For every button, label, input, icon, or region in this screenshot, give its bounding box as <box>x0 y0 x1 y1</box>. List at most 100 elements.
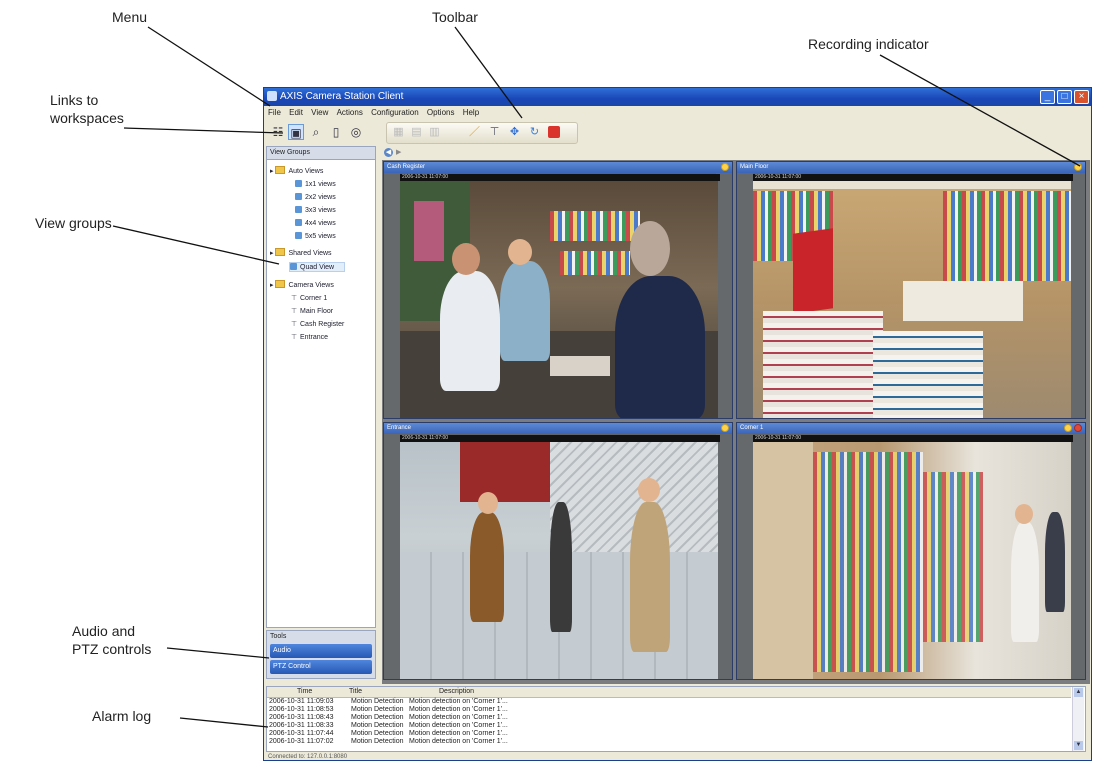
ptz-control-button[interactable]: PTZ Control <box>270 660 372 674</box>
alarm-description: Motion detection on 'Corner 1'... <box>409 706 508 713</box>
tree-item-label: 2x2 views <box>305 194 336 201</box>
column-time[interactable]: Time <box>297 688 312 695</box>
tree-shared-views[interactable]: ▸ Shared Views <box>270 248 332 257</box>
menu-actions[interactable]: Actions <box>337 108 363 117</box>
alarm-title: Motion Detection <box>351 730 404 737</box>
alarm-time: 2006-10-31 11:07:44 <box>269 730 334 737</box>
menu-view[interactable]: View <box>311 108 328 117</box>
alarm-log-header: Time Title Description <box>267 687 1071 698</box>
callout-menu: Menu <box>112 9 148 25</box>
stop-icon[interactable] <box>547 125 562 140</box>
toolbar: ▦ ▤ ▥ ／ ⊤ ✥ ↻ <box>386 122 578 144</box>
callout-links-line2: workspaces <box>50 110 124 126</box>
layout-icon[interactable]: ▥ <box>427 125 442 140</box>
callout-recording-indicator: Recording indicator <box>808 36 929 52</box>
close-button[interactable]: × <box>1074 90 1089 104</box>
tree-item-2x2[interactable]: 2x2 views <box>295 193 336 201</box>
tile-margin-left <box>384 434 400 679</box>
pen-icon[interactable]: ／ <box>467 125 482 140</box>
camera-tile-corner-1[interactable]: Corner 1 2006-10-31 11:07:00 <box>736 422 1086 680</box>
tree-item-label: 5x5 views <box>305 233 336 240</box>
alarm-log-scrollbar[interactable]: ▲ ▼ <box>1072 687 1084 751</box>
tree-camera-main-floor[interactable]: ⊤ Main Floor <box>291 307 333 315</box>
back-arrow-icon[interactable]: ◀ <box>384 148 393 157</box>
recording-indicator-icon <box>721 163 729 171</box>
refresh-icon[interactable]: ↻ <box>527 125 542 140</box>
tile-margin-right <box>716 434 732 679</box>
menu-options[interactable]: Options <box>427 108 455 117</box>
tree-camera-cash-register[interactable]: ⊤ Cash Register <box>291 320 344 328</box>
camera-video-entrance <box>400 442 718 679</box>
camera-tile-cash-register[interactable]: Cash Register 2006-10-31 11:07:00 <box>383 161 733 419</box>
menu-help[interactable]: Help <box>463 108 479 117</box>
configuration-icon[interactable]: ◎ <box>348 124 364 140</box>
alarm-time: 2006-10-31 11:08:33 <box>269 722 334 729</box>
camera-icon: ⊤ <box>291 334 298 341</box>
snapshot-icon[interactable]: ▦ <box>391 125 406 140</box>
recording-indicator-icon <box>721 424 729 432</box>
title-bar: AXIS Camera Station Client _ □ × <box>264 88 1091 106</box>
column-description[interactable]: Description <box>439 688 474 695</box>
tree-item-3x3[interactable]: 3x3 views <box>295 206 336 214</box>
recordings-icon[interactable]: ▯ <box>328 124 344 140</box>
view-icon <box>290 263 297 270</box>
callout-audio-ptz: Audio and PTZ controls <box>72 622 151 658</box>
tree-item-5x5[interactable]: 5x5 views <box>295 232 336 240</box>
alarm-description: Motion detection on 'Corner 1'... <box>409 698 508 705</box>
alarm-description: Motion detection on 'Corner 1'... <box>409 714 508 721</box>
camera-tile-entrance[interactable]: Entrance 2006-10-31 11:07:00 <box>383 422 733 680</box>
column-title[interactable]: Title <box>349 688 362 695</box>
tree-camera-entrance[interactable]: ⊤ Entrance <box>291 333 328 341</box>
menu-edit[interactable]: Edit <box>289 108 303 117</box>
leader-audio <box>166 647 270 659</box>
tree-item-1x1[interactable]: 1x1 views <box>295 180 336 188</box>
tree-camera-corner1[interactable]: ⊤ Corner 1 <box>291 294 327 302</box>
camera-icon[interactable]: ⊤ <box>487 125 502 140</box>
camera-title: Corner 1 <box>740 425 764 431</box>
tile-margin-right <box>716 173 732 418</box>
alarm-title: Motion Detection <box>351 698 404 705</box>
tree-camera-views[interactable]: ▸ Camera Views <box>270 280 334 289</box>
leader-alarm <box>179 717 269 728</box>
alarm-time: 2006-10-31 11:08:53 <box>269 706 334 713</box>
minimize-button[interactable]: _ <box>1040 90 1055 104</box>
tree-quad-view[interactable]: Quad View <box>289 262 346 272</box>
tree-camera-label: Entrance <box>300 334 329 341</box>
tree-item-label: 4x4 views <box>305 220 336 227</box>
alarm-title: Motion Detection <box>351 722 404 729</box>
camera-tile-main-floor[interactable]: Main Floor 2006-10-31 11:07:00 <box>736 161 1086 419</box>
tree-auto-views[interactable]: ▸ Auto Views <box>270 166 323 175</box>
leader-view-groups <box>112 225 280 265</box>
quad-view-grid: Cash Register 2006-10-31 11:07:00 Main F… <box>382 160 1090 684</box>
tile-margin-left <box>737 173 753 418</box>
scroll-up-icon[interactable]: ▲ <box>1074 688 1083 697</box>
search-icon[interactable]: ⌕ <box>308 124 324 140</box>
callout-audio-line1: Audio and <box>72 623 136 639</box>
view-tree: ▸ Auto Views 1x1 views 2x2 views 3x3 vie… <box>267 160 375 620</box>
alarm-time: 2006-10-31 11:07:02 <box>269 738 334 745</box>
view-groups-header: View Groups <box>267 147 375 160</box>
callout-links-to-workspaces: Links to workspaces <box>50 91 124 127</box>
alarm-time: 2006-10-31 11:09:03 <box>269 698 334 705</box>
scroll-down-icon[interactable]: ▼ <box>1074 741 1083 750</box>
ptz-icon[interactable]: ✥ <box>507 125 522 140</box>
leader-links <box>123 127 284 134</box>
view-icon <box>295 232 302 239</box>
menu-file[interactable]: File <box>268 108 281 117</box>
callout-view-groups: View groups <box>35 215 112 231</box>
live-view-active-icon[interactable]: ▣ <box>288 124 304 140</box>
camera-title-bar: Entrance <box>384 423 732 434</box>
camera-icon: ⊤ <box>291 321 298 328</box>
live-view-icon[interactable]: ☷ <box>270 124 286 140</box>
alarm-indicator-icon <box>1074 424 1082 432</box>
tree-item-4x4[interactable]: 4x4 views <box>295 219 336 227</box>
record-icon[interactable]: ▤ <box>409 125 424 140</box>
audio-button[interactable]: Audio <box>270 644 372 658</box>
menu-configuration[interactable]: Configuration <box>371 108 419 117</box>
recording-indicator-icon <box>1064 424 1072 432</box>
forward-arrow-icon[interactable]: ▶ <box>396 148 401 157</box>
tile-margin-right <box>1069 434 1085 679</box>
tree-auto-views-label: Auto Views <box>288 168 324 175</box>
maximize-button[interactable]: □ <box>1057 90 1072 104</box>
camera-video-cash-register <box>400 181 718 418</box>
